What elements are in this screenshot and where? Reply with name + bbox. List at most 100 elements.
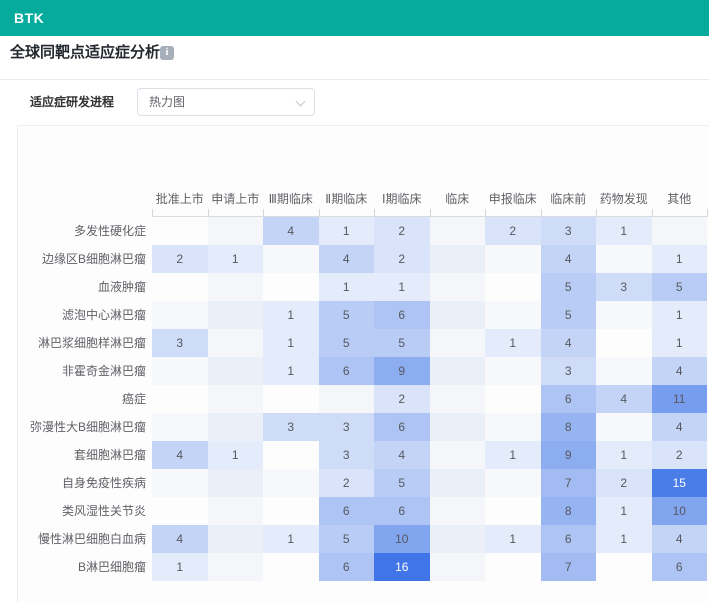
heatmap-cell[interactable] bbox=[485, 553, 541, 581]
heatmap-cell[interactable] bbox=[263, 441, 319, 469]
heatmap-cell[interactable] bbox=[430, 413, 486, 441]
heatmap-cell[interactable]: 6 bbox=[541, 525, 597, 553]
heatmap-cell[interactable] bbox=[485, 469, 541, 497]
heatmap-cell[interactable] bbox=[263, 385, 319, 413]
heatmap-cell[interactable]: 1 bbox=[652, 245, 708, 273]
heatmap-cell[interactable]: 8 bbox=[541, 413, 597, 441]
heatmap-cell[interactable]: 4 bbox=[374, 441, 430, 469]
heatmap-cell[interactable]: 5 bbox=[374, 329, 430, 357]
heatmap-cell[interactable] bbox=[430, 273, 486, 301]
heatmap-cell[interactable]: 4 bbox=[652, 357, 708, 385]
heatmap-cell[interactable]: 3 bbox=[263, 413, 319, 441]
heatmap-cell[interactable] bbox=[263, 245, 319, 273]
heatmap-cell[interactable] bbox=[208, 413, 264, 441]
heatmap-cell[interactable]: 4 bbox=[596, 385, 652, 413]
heatmap-cell[interactable]: 9 bbox=[374, 357, 430, 385]
heatmap-cell[interactable] bbox=[430, 357, 486, 385]
heatmap-cell[interactable]: 1 bbox=[652, 329, 708, 357]
heatmap-cell[interactable] bbox=[430, 497, 486, 525]
heatmap-cell[interactable]: 6 bbox=[319, 553, 375, 581]
heatmap-cell[interactable]: 4 bbox=[263, 217, 319, 245]
heatmap-cell[interactable]: 5 bbox=[319, 301, 375, 329]
heatmap-cell[interactable]: 1 bbox=[263, 301, 319, 329]
heatmap-cell[interactable] bbox=[152, 469, 208, 497]
heatmap-cell[interactable] bbox=[152, 497, 208, 525]
heatmap-cell[interactable] bbox=[596, 357, 652, 385]
heatmap-cell[interactable] bbox=[485, 413, 541, 441]
heatmap-cell[interactable] bbox=[208, 385, 264, 413]
heatmap-cell[interactable]: 7 bbox=[541, 469, 597, 497]
info-icon[interactable]: i bbox=[160, 46, 174, 60]
heatmap-cell[interactable]: 6 bbox=[319, 497, 375, 525]
heatmap-cell[interactable]: 6 bbox=[374, 413, 430, 441]
heatmap-cell[interactable] bbox=[430, 301, 486, 329]
heatmap-cell[interactable]: 2 bbox=[152, 245, 208, 273]
heatmap-cell[interactable]: 6 bbox=[374, 497, 430, 525]
heatmap-cell[interactable]: 2 bbox=[319, 469, 375, 497]
heatmap-cell[interactable] bbox=[485, 385, 541, 413]
heatmap-cell[interactable] bbox=[263, 553, 319, 581]
heatmap-cell[interactable] bbox=[430, 217, 486, 245]
heatmap-cell[interactable]: 5 bbox=[319, 329, 375, 357]
heatmap-cell[interactable]: 3 bbox=[541, 357, 597, 385]
heatmap-cell[interactable]: 2 bbox=[652, 441, 708, 469]
heatmap-cell[interactable]: 1 bbox=[152, 553, 208, 581]
heatmap-cell[interactable] bbox=[208, 497, 264, 525]
heatmap-cell[interactable]: 4 bbox=[652, 525, 708, 553]
heatmap-cell[interactable]: 3 bbox=[541, 217, 597, 245]
heatmap-cell[interactable]: 1 bbox=[596, 217, 652, 245]
heatmap-cell[interactable] bbox=[208, 217, 264, 245]
heatmap-cell[interactable] bbox=[430, 553, 486, 581]
chart-type-select[interactable]: 热力图 bbox=[137, 88, 315, 116]
heatmap-cell[interactable]: 1 bbox=[319, 217, 375, 245]
heatmap-cell[interactable]: 1 bbox=[485, 329, 541, 357]
heatmap-cell[interactable]: 1 bbox=[208, 441, 264, 469]
heatmap-cell[interactable]: 1 bbox=[374, 273, 430, 301]
heatmap-cell[interactable] bbox=[652, 217, 708, 245]
heatmap-cell[interactable]: 3 bbox=[596, 273, 652, 301]
heatmap-cell[interactable] bbox=[152, 273, 208, 301]
heatmap-cell[interactable]: 1 bbox=[596, 497, 652, 525]
heatmap-cell[interactable]: 4 bbox=[152, 441, 208, 469]
heatmap-cell[interactable] bbox=[596, 413, 652, 441]
heatmap-cell[interactable]: 6 bbox=[652, 553, 708, 581]
heatmap-cell[interactable]: 1 bbox=[596, 441, 652, 469]
heatmap-cell[interactable] bbox=[596, 553, 652, 581]
heatmap-cell[interactable]: 9 bbox=[541, 441, 597, 469]
heatmap-cell[interactable] bbox=[152, 217, 208, 245]
heatmap-cell[interactable] bbox=[430, 329, 486, 357]
heatmap-cell[interactable] bbox=[430, 525, 486, 553]
heatmap-cell[interactable]: 2 bbox=[374, 217, 430, 245]
heatmap-cell[interactable]: 2 bbox=[374, 385, 430, 413]
heatmap-cell[interactable] bbox=[485, 497, 541, 525]
heatmap-cell[interactable] bbox=[485, 245, 541, 273]
heatmap-cell[interactable] bbox=[263, 469, 319, 497]
heatmap-cell[interactable]: 4 bbox=[652, 413, 708, 441]
heatmap-cell[interactable] bbox=[152, 385, 208, 413]
heatmap-cell[interactable]: 1 bbox=[319, 273, 375, 301]
heatmap-cell[interactable] bbox=[485, 301, 541, 329]
heatmap-cell[interactable]: 6 bbox=[374, 301, 430, 329]
heatmap-cell[interactable]: 4 bbox=[319, 245, 375, 273]
heatmap-cell[interactable] bbox=[430, 469, 486, 497]
heatmap-cell[interactable] bbox=[485, 273, 541, 301]
heatmap-cell[interactable] bbox=[430, 441, 486, 469]
heatmap-cell[interactable] bbox=[596, 245, 652, 273]
heatmap-cell[interactable] bbox=[430, 245, 486, 273]
heatmap-cell[interactable]: 4 bbox=[541, 329, 597, 357]
heatmap-cell[interactable]: 2 bbox=[485, 217, 541, 245]
heatmap-cell[interactable]: 3 bbox=[152, 329, 208, 357]
heatmap-cell[interactable]: 1 bbox=[485, 441, 541, 469]
heatmap-cell[interactable]: 4 bbox=[152, 525, 208, 553]
heatmap-cell[interactable] bbox=[485, 357, 541, 385]
heatmap-cell[interactable] bbox=[263, 273, 319, 301]
heatmap-cell[interactable]: 3 bbox=[319, 441, 375, 469]
heatmap-cell[interactable] bbox=[263, 497, 319, 525]
heatmap-cell[interactable] bbox=[152, 413, 208, 441]
heatmap-cell[interactable]: 5 bbox=[541, 273, 597, 301]
heatmap-cell[interactable]: 1 bbox=[263, 357, 319, 385]
heatmap-cell[interactable]: 1 bbox=[596, 525, 652, 553]
heatmap-cell[interactable] bbox=[152, 357, 208, 385]
heatmap-cell[interactable]: 3 bbox=[319, 413, 375, 441]
heatmap-cell[interactable]: 1 bbox=[263, 525, 319, 553]
